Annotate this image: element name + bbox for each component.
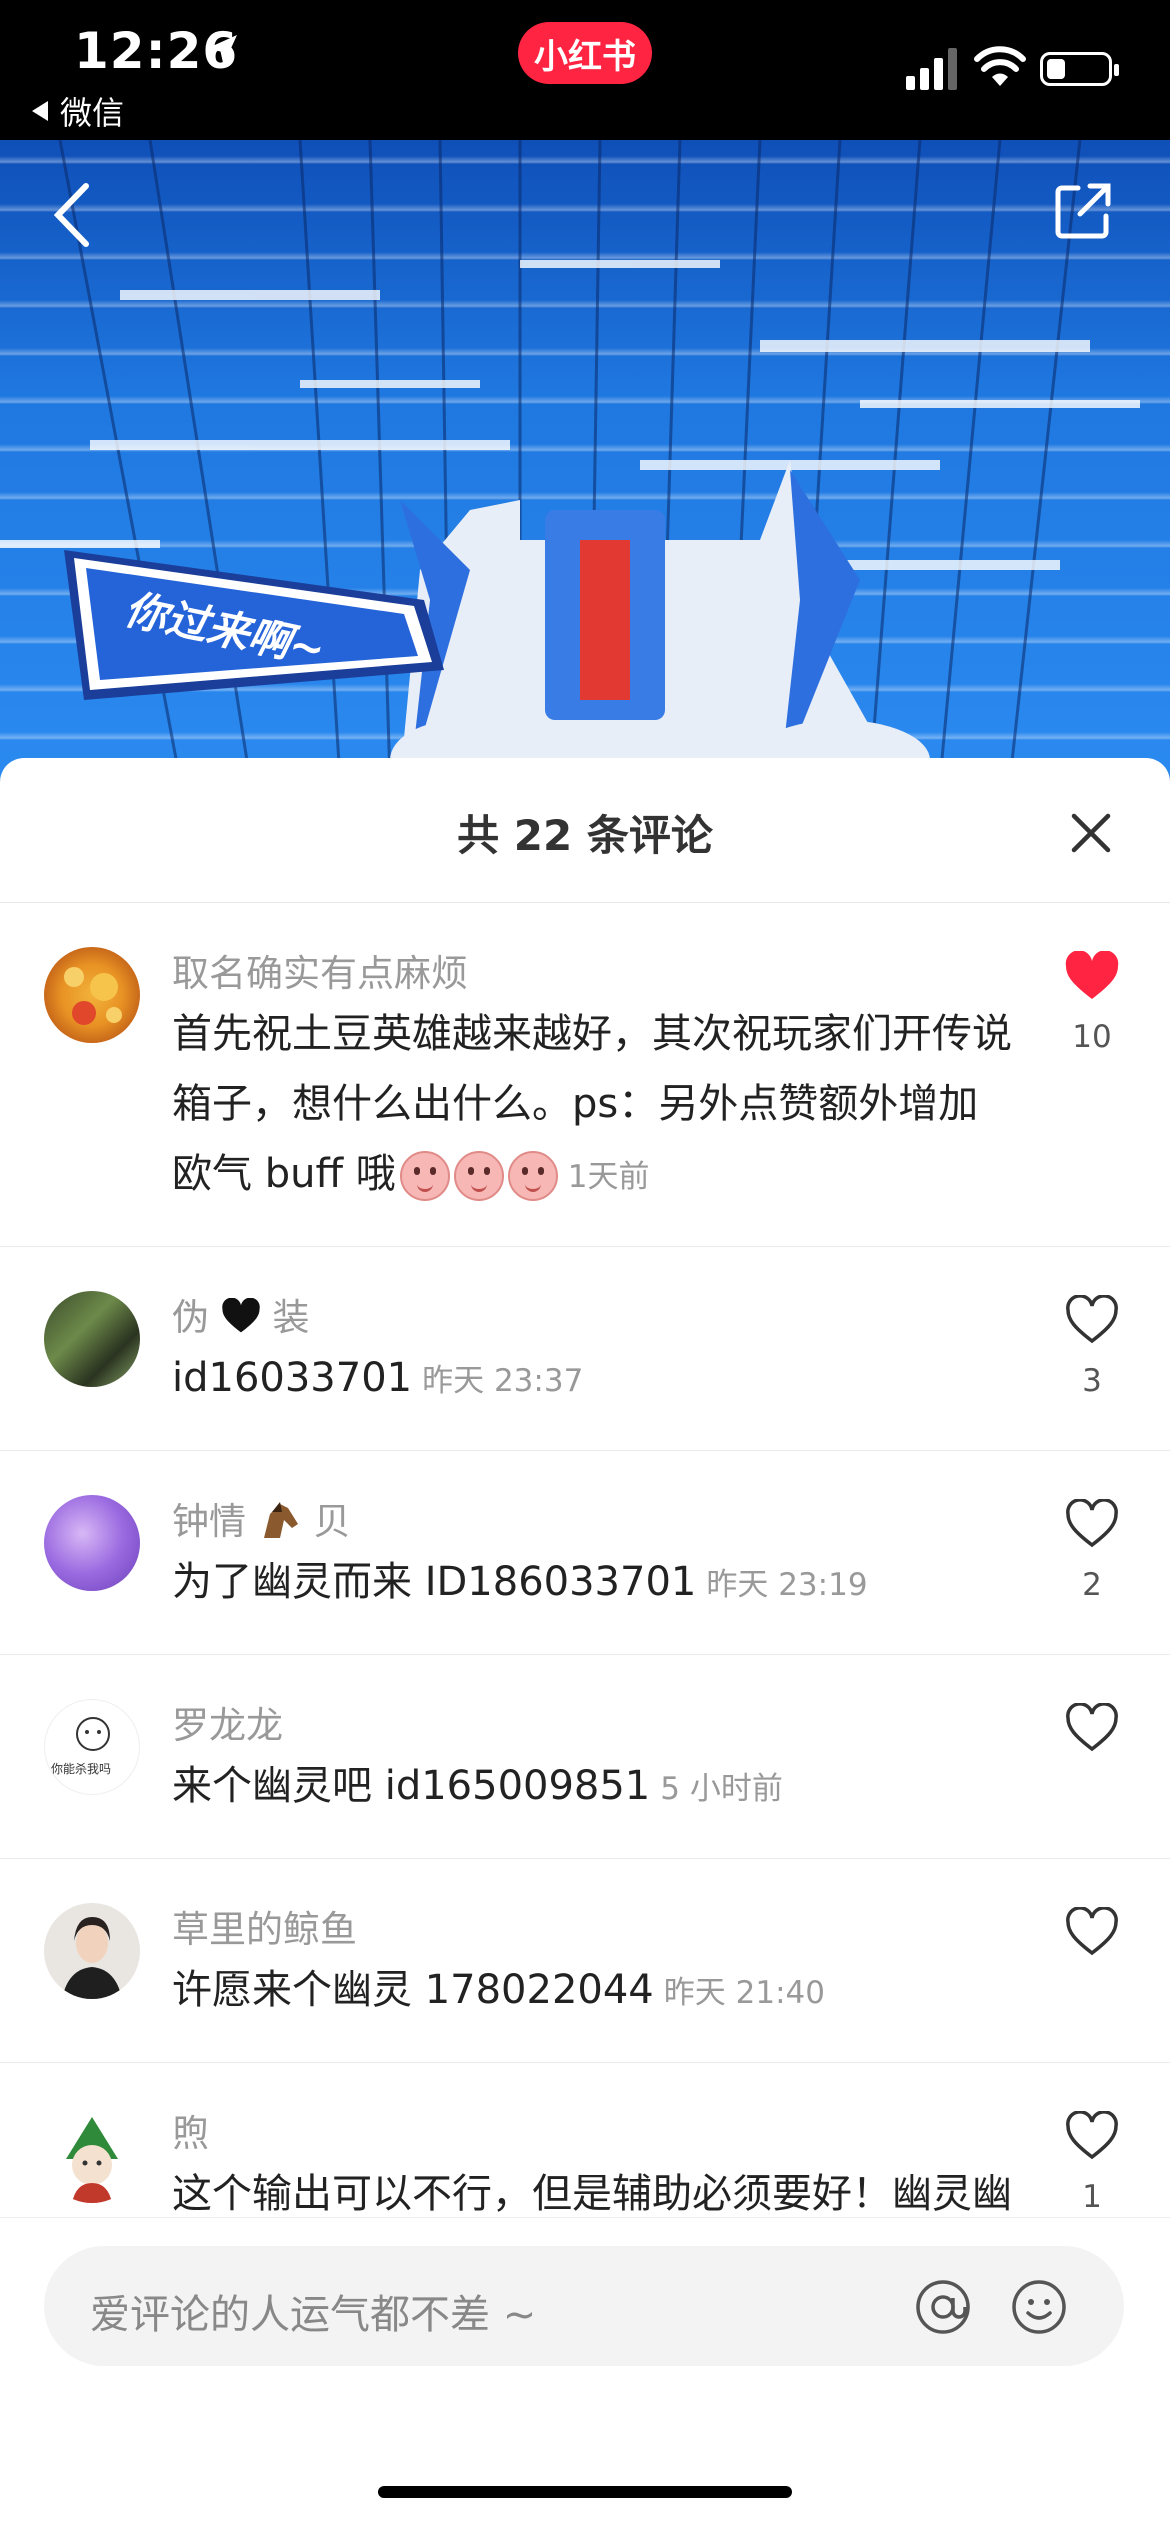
- avatar[interactable]: [44, 1495, 140, 1591]
- like-button[interactable]: 1: [1060, 2111, 1124, 2215]
- comment-body: 来个幽灵吧 id165009851: [172, 1763, 651, 1809]
- cellular-signal-icon: [906, 48, 957, 90]
- hero-speech-banner: 你过来啊~: [64, 550, 444, 700]
- like-count: 3: [1082, 1363, 1102, 1399]
- comment-text: 这个输出可以不行，但是辅助必须要好！幽灵幽灵呀！ XYD2: [172, 2171, 1012, 2217]
- emoji-smile-icon[interactable]: [1010, 2278, 1068, 2336]
- comment-text: 为了幽灵而来 ID186033701 昨天 23:19: [172, 1547, 1012, 1620]
- comment-time: 昨天 23:37: [422, 1363, 584, 1399]
- back-to-wechat[interactable]: 微信: [32, 88, 124, 134]
- heart-outline-icon: [1066, 1295, 1118, 1344]
- post-image: 你过来啊~: [0, 140, 1170, 780]
- heart-outline-icon: [1066, 1499, 1118, 1548]
- comment-text: id16033701 昨天 23:37: [172, 1343, 1012, 1416]
- comment-item: 取名确实有点麻烦 首先祝土豆英雄越来越好，其次祝玩家们开传说箱子，想什么出什么。…: [0, 903, 1170, 1247]
- comment-time: 1天前: [567, 1159, 650, 1195]
- like-button[interactable]: [1060, 1907, 1124, 1975]
- avatar[interactable]: [44, 2107, 140, 2203]
- battery-icon: [1040, 52, 1119, 86]
- username-part: 装: [272, 1296, 310, 1339]
- peach-emoji-icon: [399, 1151, 450, 1201]
- comments-title: 共 22 条评论: [457, 811, 713, 860]
- avatar[interactable]: [44, 1903, 140, 1999]
- heart-outline-icon: [1066, 1907, 1118, 1956]
- comment-username[interactable]: 煦: [172, 2103, 209, 2157]
- comment-time: 昨天 21:40: [663, 1975, 825, 2011]
- like-button[interactable]: [1060, 1703, 1124, 1771]
- comment-username[interactable]: 草里的鲸鱼: [172, 1899, 357, 1953]
- username-part: 伪: [172, 1296, 209, 1339]
- comment-username[interactable]: 伪 装: [172, 1287, 310, 1341]
- horse-emoji-icon: [263, 1502, 298, 1538]
- like-count: 1: [1082, 2179, 1102, 2215]
- comment-text: 首先祝土豆英雄越来越好，其次祝玩家们开传说箱子，想什么出什么。ps：另外点赞额外…: [172, 999, 1012, 1212]
- comment-input-bar: 爱评论的人运气都不差 ~: [0, 2217, 1170, 2532]
- like-count: 2: [1082, 1567, 1102, 1603]
- comment-list[interactable]: 取名确实有点麻烦 首先祝土豆英雄越来越好，其次祝玩家们开传说箱子，想什么出什么。…: [0, 903, 1170, 2217]
- like-button[interactable]: 3: [1060, 1295, 1124, 1399]
- close-icon[interactable]: [1066, 808, 1116, 858]
- heart-filled-icon: [1065, 951, 1119, 999]
- avatar[interactable]: 你能杀我吗: [44, 1699, 140, 1795]
- comment-item: 草里的鲸鱼 许愿来个幽灵 178022044 昨天 21:40: [0, 1859, 1170, 2063]
- comment-item: 你能杀我吗 罗龙龙 来个幽灵吧 id165009851 5 小时前: [0, 1655, 1170, 1859]
- username-part: 钟情: [172, 1500, 246, 1543]
- comment-time: 5 小时前: [660, 1771, 783, 1807]
- avatar-caption: 你能杀我吗: [51, 1762, 112, 1776]
- comment-username[interactable]: 罗龙龙: [172, 1695, 283, 1749]
- back-app-label: 微信: [60, 94, 125, 132]
- status-bar: 12:26 微信 小红书: [0, 0, 1170, 140]
- comment-time: 昨天 23:19: [706, 1567, 868, 1603]
- location-arrow-icon: [207, 35, 237, 65]
- share-icon[interactable]: [1052, 180, 1114, 242]
- avatar[interactable]: [44, 1291, 140, 1387]
- heart-outline-icon: [1066, 1703, 1118, 1752]
- comment-body: 为了幽灵而来 ID186033701: [172, 1559, 697, 1605]
- avatar[interactable]: [44, 947, 140, 1043]
- username-part: 贝: [313, 1500, 351, 1543]
- comment-username[interactable]: 钟情 贝: [172, 1491, 351, 1545]
- heart-outline-icon: [1066, 2111, 1118, 2160]
- comments-header: 共 22 条评论: [0, 758, 1170, 903]
- comment-text: 许愿来个幽灵 178022044 昨天 21:40: [172, 1955, 1012, 2028]
- home-indicator[interactable]: [378, 2486, 792, 2498]
- comment-item: 钟情 贝 为了幽灵而来 ID186033701 昨天 23:19 2: [0, 1451, 1170, 1655]
- comment-body: 许愿来个幽灵 178022044: [172, 1967, 654, 2013]
- comment-input[interactable]: 爱评论的人运气都不差 ~: [44, 2246, 1124, 2366]
- app-badge: 小红书: [518, 22, 652, 84]
- comment-body: id16033701: [172, 1355, 413, 1401]
- comments-sheet: 共 22 条评论 取名确实有点麻烦 首先祝土豆英雄越来越好，其次祝玩家们开传说箱…: [0, 758, 1170, 2532]
- comment-input-placeholder: 爱评论的人运气都不差 ~: [90, 2292, 537, 2338]
- like-button[interactable]: 10: [1060, 951, 1124, 1055]
- at-mention-icon[interactable]: [914, 2278, 972, 2336]
- comment-item: 煦 这个输出可以不行，但是辅助必须要好！幽灵幽灵呀！ XYD2 1: [0, 2063, 1170, 2217]
- peach-emoji-icon: [507, 1151, 558, 1201]
- wifi-icon: [974, 46, 1026, 86]
- comment-text: 来个幽灵吧 id165009851 5 小时前: [172, 1751, 1012, 1824]
- like-button[interactable]: 2: [1060, 1499, 1124, 1603]
- comment-username[interactable]: 取名确实有点麻烦: [172, 943, 468, 997]
- black-heart-emoji-icon: [222, 1297, 260, 1333]
- back-triangle-icon: [32, 101, 48, 121]
- peach-emoji-icon: [453, 1151, 504, 1201]
- like-count: 10: [1072, 1019, 1112, 1055]
- comment-item: 伪 装 id16033701 昨天 23:37 3: [0, 1247, 1170, 1451]
- back-chevron-icon[interactable]: [50, 180, 94, 250]
